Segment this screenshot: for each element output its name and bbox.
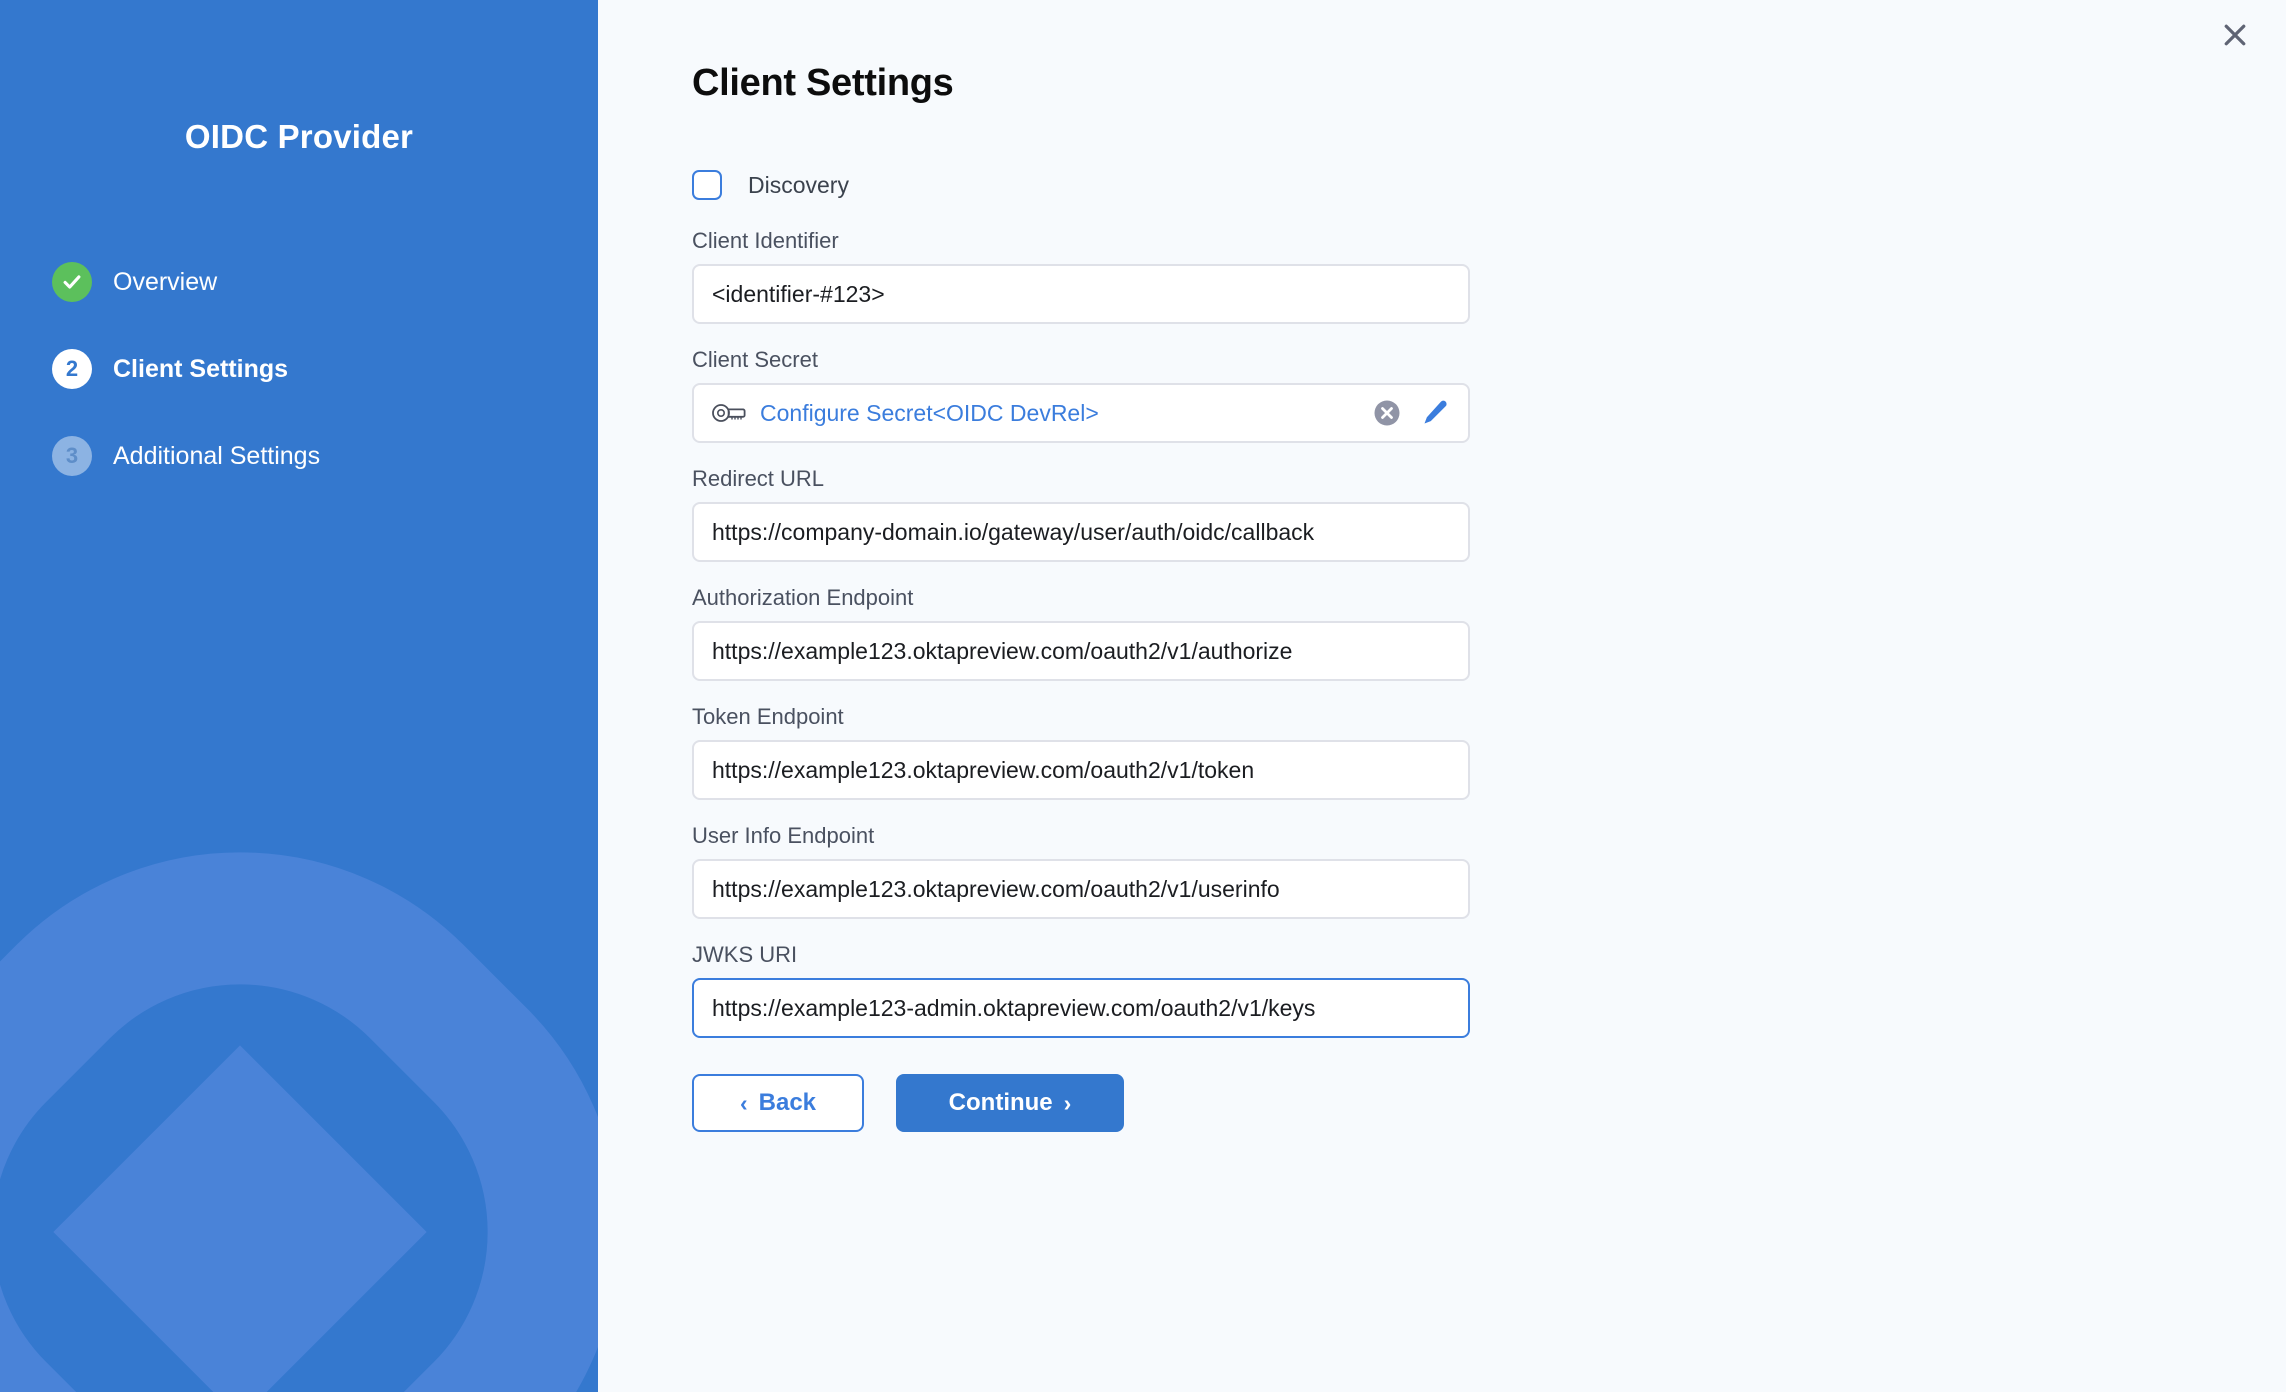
jwks-uri-label: JWKS URI: [692, 942, 1692, 968]
discovery-checkbox-row[interactable]: Discovery: [692, 168, 1692, 202]
discovery-label: Discovery: [748, 172, 849, 199]
user-info-endpoint-field[interactable]: https://example123.oktapreview.com/oauth…: [692, 859, 1470, 919]
clear-circle-icon: [1372, 398, 1402, 428]
client-identifier-field[interactable]: <identifier-#123>: [692, 264, 1470, 324]
wizard-sidebar: OIDC Provider Overview 2 Client Settings…: [0, 0, 598, 1392]
client-secret-field[interactable]: Configure Secret<OIDC DevRel>: [692, 383, 1470, 443]
close-icon: [2220, 20, 2250, 50]
back-button[interactable]: ‹ Back: [692, 1074, 864, 1132]
client-settings-form: Discovery Client Identifier <identifier-…: [692, 168, 1692, 1132]
step-badge-additional-settings: 3: [52, 436, 92, 476]
continue-button-label: Continue: [949, 1089, 1053, 1117]
sidebar-item-client-settings[interactable]: 2 Client Settings: [52, 343, 572, 395]
token-endpoint-field[interactable]: https://example123.oktapreview.com/oauth…: [692, 740, 1470, 800]
configure-secret-link[interactable]: Configure Secret<OIDC DevRel>: [760, 400, 1360, 427]
sidebar-item-label-additional-settings: Additional Settings: [113, 442, 320, 471]
close-button[interactable]: [2208, 8, 2262, 62]
token-endpoint-value: https://example123.oktapreview.com/oauth…: [712, 757, 1450, 784]
main-panel: Client Settings Discovery Client Identif…: [598, 0, 2286, 1392]
jwks-uri-value: https://example123-admin.oktapreview.com…: [712, 995, 1450, 1022]
token-endpoint-label: Token Endpoint: [692, 704, 1692, 730]
user-info-endpoint-value: https://example123.oktapreview.com/oauth…: [712, 876, 1450, 903]
sidebar-item-label-overview: Overview: [113, 268, 217, 297]
page-title: Client Settings: [692, 62, 954, 105]
client-identifier-label: Client Identifier: [692, 228, 1692, 254]
user-info-endpoint-label: User Info Endpoint: [692, 823, 1692, 849]
check-icon: [61, 271, 83, 293]
pencil-icon: [1420, 398, 1450, 428]
edit-secret-button[interactable]: [1420, 398, 1450, 428]
chevron-left-icon: ‹: [740, 1092, 748, 1115]
jwks-uri-field[interactable]: https://example123-admin.oktapreview.com…: [692, 978, 1470, 1038]
wizard-step-list: Overview 2 Client Settings 3 Additional …: [52, 256, 572, 517]
redirect-url-label: Redirect URL: [692, 466, 1692, 492]
redirect-url-value: https://company-domain.io/gateway/user/a…: [712, 519, 1450, 546]
clear-secret-button[interactable]: [1372, 398, 1402, 428]
step-badge-overview: [52, 262, 92, 302]
sidebar-item-label-client-settings: Client Settings: [113, 355, 288, 384]
client-secret-actions: [1372, 398, 1450, 428]
sidebar-item-additional-settings[interactable]: 3 Additional Settings: [52, 430, 572, 482]
key-icon: [712, 402, 748, 424]
step-badge-client-settings: 2: [52, 349, 92, 389]
app-brand-title: OIDC Provider: [0, 118, 598, 156]
wizard-button-row: ‹ Back Continue ›: [692, 1074, 1692, 1132]
discovery-checkbox[interactable]: [692, 170, 722, 200]
chevron-right-icon: ›: [1064, 1092, 1072, 1115]
authorization-endpoint-label: Authorization Endpoint: [692, 585, 1692, 611]
client-identifier-value: <identifier-#123>: [712, 281, 1450, 308]
back-button-label: Back: [759, 1089, 816, 1117]
authorization-endpoint-value: https://example123.oktapreview.com/oauth…: [712, 638, 1450, 665]
continue-button[interactable]: Continue ›: [896, 1074, 1124, 1132]
decorative-logo-watermark: [0, 842, 598, 1392]
client-secret-label: Client Secret: [692, 347, 1692, 373]
authorization-endpoint-field[interactable]: https://example123.oktapreview.com/oauth…: [692, 621, 1470, 681]
redirect-url-field[interactable]: https://company-domain.io/gateway/user/a…: [692, 502, 1470, 562]
sidebar-item-overview[interactable]: Overview: [52, 256, 572, 308]
